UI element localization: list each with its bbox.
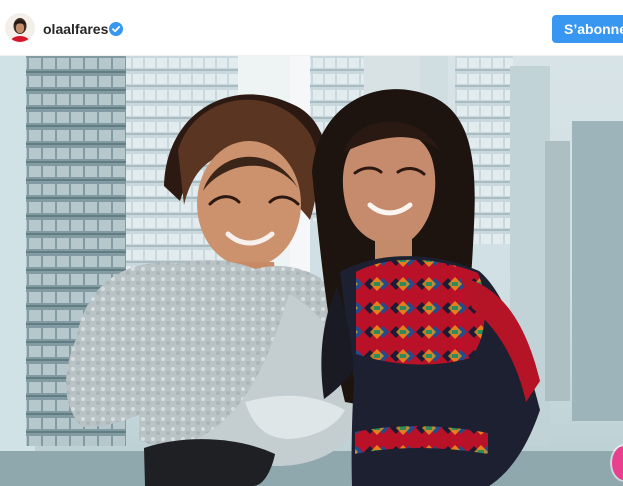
profile-avatar[interactable]	[6, 14, 34, 42]
follow-button[interactable]: S’abonner	[552, 15, 623, 43]
avatar-portrait-icon	[6, 14, 34, 42]
instagram-post: olaalfares S’abonner	[0, 0, 623, 486]
post-header: olaalfares S’abonner	[0, 0, 623, 56]
verified-check-icon	[109, 22, 123, 36]
post-image-illustration	[0, 56, 623, 486]
post-photo[interactable]	[0, 56, 623, 486]
username-link[interactable]: olaalfares	[43, 20, 108, 38]
